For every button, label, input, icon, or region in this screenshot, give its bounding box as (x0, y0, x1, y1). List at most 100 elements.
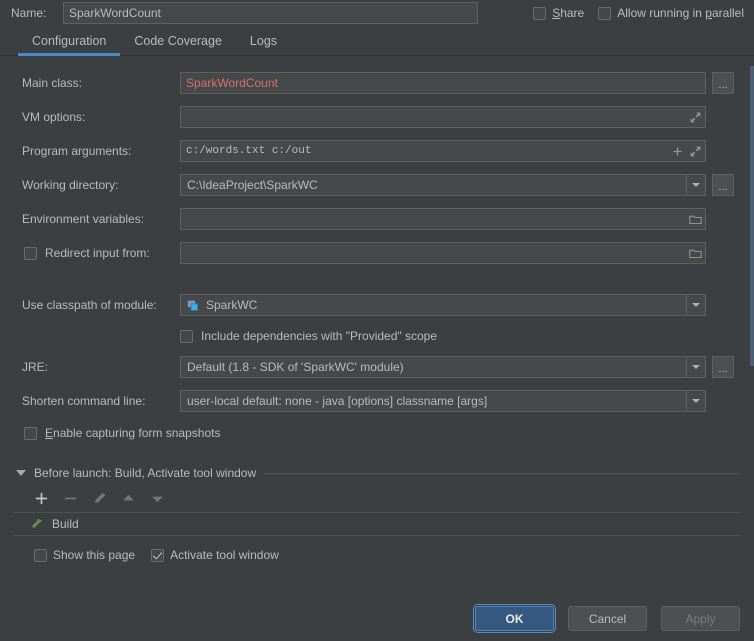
main-class-row: Main class: SparkWordCount ... (0, 66, 746, 100)
activate-tool-window-checkbox[interactable]: Activate tool window (151, 548, 279, 562)
redirect-input-row: Redirect input from: (0, 236, 746, 270)
main-class-browse-button[interactable]: ... (712, 72, 734, 94)
main-class-input[interactable]: SparkWordCount (180, 72, 706, 94)
working-directory-browse-button[interactable]: ... (712, 174, 734, 196)
name-row: Name: Share Allow running in parallel (0, 0, 754, 26)
build-hammer-icon (31, 518, 43, 529)
name-input[interactable] (63, 2, 478, 24)
jre-value: Default (1.8 - SDK of 'SparkWC' module) (187, 360, 404, 374)
vm-options-row: VM options: (0, 100, 746, 134)
shorten-command-line-row: Shorten command line: user-local default… (0, 384, 746, 418)
share-checkbox-box[interactable] (533, 6, 547, 20)
redirect-input-input[interactable] (180, 242, 706, 264)
working-directory-field-wrap: C:\IdeaProject\SparkWC ... (180, 174, 746, 196)
vm-options-input[interactable] (180, 106, 706, 128)
form-snapshots-row[interactable]: Enable capturing form snapshots (0, 418, 746, 448)
redirect-input-field-wrap (180, 242, 746, 264)
chevron-down-icon[interactable] (686, 295, 705, 315)
edit-icon (95, 492, 106, 503)
name-label: Name: (11, 6, 47, 20)
classpath-module-row: Use classpath of module: SparkWC (0, 288, 746, 322)
move-up-icon (123, 494, 134, 500)
move-down-icon (152, 496, 163, 502)
shorten-command-line-value: user-local default: none - java [options… (187, 394, 488, 408)
classpath-module-label: Use classpath of module: (22, 298, 157, 312)
folder-icon[interactable] (689, 247, 702, 260)
working-directory-combo[interactable]: C:\IdeaProject\SparkWC (180, 174, 706, 196)
tab-logs[interactable]: Logs (236, 27, 291, 55)
environment-variables-row: Environment variables: (0, 202, 746, 236)
jre-field-wrap: Default (1.8 - SDK of 'SparkWC' module) … (180, 356, 746, 378)
tab-bar: Configuration Code Coverage Logs (0, 26, 754, 56)
form-scrollbar[interactable] (750, 66, 754, 466)
vm-options-label: VM options: (22, 110, 86, 124)
configuration-form: Main class: SparkWordCount ... VM option… (0, 56, 754, 448)
shorten-command-line-label: Shorten command line: (22, 394, 146, 408)
program-arguments-icons (671, 141, 702, 161)
environment-variables-input[interactable] (180, 208, 706, 230)
form-snapshots-checkbox[interactable] (24, 426, 37, 440)
before-launch-toolbar (14, 484, 740, 512)
dialog-button-bar: OK Cancel Apply (473, 604, 740, 633)
redirect-input-checkbox[interactable] (24, 246, 37, 260)
shorten-command-line-field-wrap: user-local default: none - java [options… (180, 390, 746, 412)
ok-button[interactable]: OK (473, 604, 556, 633)
top-checkbox-group: Share Allow running in parallel (533, 6, 746, 20)
chevron-down-icon[interactable] (686, 175, 705, 195)
activate-tool-window-checkbox-box[interactable] (151, 548, 165, 562)
before-launch-section: Before launch: Build, Activate tool wind… (0, 462, 754, 570)
redirect-input-icons (689, 243, 702, 263)
show-this-page-checkbox[interactable]: Show this page (34, 548, 135, 562)
environment-variables-icons (689, 209, 702, 229)
shorten-command-line-combo[interactable]: user-local default: none - java [options… (180, 390, 706, 412)
redirect-input-label-wrap[interactable]: Redirect input from: (22, 246, 180, 260)
remove-icon (64, 497, 77, 499)
show-this-page-checkbox-box[interactable] (34, 548, 47, 562)
classpath-module-combo[interactable]: SparkWC (180, 294, 706, 316)
add-icon[interactable] (34, 491, 49, 506)
include-provided-label: Include dependencies with "Provided" sco… (201, 329, 438, 343)
before-launch-title: Before launch: Build, Activate tool wind… (34, 466, 257, 480)
expand-icon[interactable] (689, 111, 702, 124)
jre-label: JRE: (22, 360, 49, 374)
program-arguments-label: Program arguments: (22, 144, 132, 158)
classpath-module-field-wrap: SparkWC (180, 294, 746, 316)
before-launch-divider (264, 472, 740, 474)
list-item[interactable]: Build (14, 513, 740, 535)
vm-options-field-wrap (180, 106, 746, 128)
cancel-button[interactable]: Cancel (568, 606, 647, 631)
working-directory-value: C:\IdeaProject\SparkWC (187, 178, 318, 192)
program-arguments-input[interactable]: c:/words.txt c:/out (180, 140, 706, 162)
expand-icon[interactable] (689, 145, 702, 158)
folder-icon[interactable] (689, 213, 702, 226)
include-provided-row[interactable]: Include dependencies with "Provided" sco… (0, 322, 746, 350)
include-provided-checkbox[interactable] (180, 329, 193, 343)
tab-configuration[interactable]: Configuration (18, 27, 121, 56)
redirect-input-label: Redirect input from: (45, 246, 150, 260)
plus-icon[interactable] (671, 145, 684, 158)
tab-code-coverage[interactable]: Code Coverage (120, 27, 236, 55)
apply-button: Apply (661, 606, 740, 631)
show-this-page-label: Show this page (53, 548, 136, 562)
share-checkbox[interactable]: Share (533, 6, 584, 20)
classpath-module-value: SparkWC (206, 298, 258, 312)
jre-row: JRE: Default (1.8 - SDK of 'SparkWC' mod… (0, 350, 746, 384)
list-item-label: Build (52, 517, 79, 531)
before-launch-header[interactable]: Before launch: Build, Activate tool wind… (14, 462, 740, 484)
working-directory-row: Working directory: C:\IdeaProject\SparkW… (0, 168, 746, 202)
jre-browse-button[interactable]: ... (712, 356, 734, 378)
chevron-down-icon[interactable] (686, 357, 705, 377)
allow-parallel-checkbox-box[interactable] (598, 6, 612, 20)
collapse-triangle-icon[interactable] (16, 470, 26, 476)
main-class-label: Main class: (22, 76, 83, 90)
share-checkbox-label: Share (552, 6, 585, 20)
program-arguments-field-wrap: c:/words.txt c:/out (180, 140, 746, 162)
form-scrollbar-thumb[interactable] (750, 66, 754, 366)
jre-combo[interactable]: Default (1.8 - SDK of 'SparkWC' module) (180, 356, 706, 378)
allow-parallel-checkbox[interactable]: Allow running in parallel (598, 6, 744, 20)
chevron-down-icon[interactable] (686, 391, 705, 411)
program-arguments-row: Program arguments: c:/words.txt c:/out (0, 134, 746, 168)
form-gap (0, 270, 746, 288)
form-snapshots-label: Enable capturing form snapshots (45, 426, 221, 440)
environment-variables-field-wrap (180, 208, 746, 230)
